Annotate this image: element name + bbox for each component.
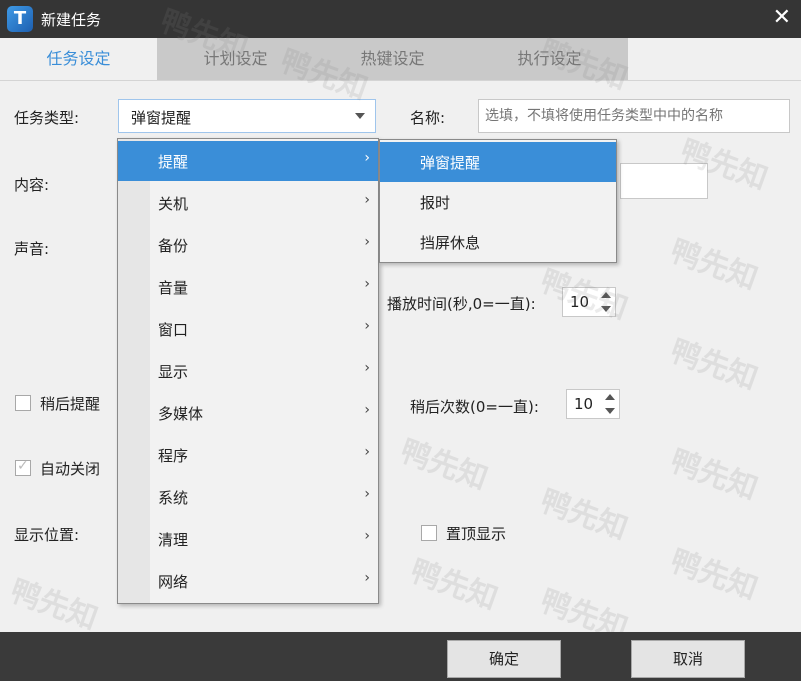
app-logo-icon: T	[7, 6, 33, 32]
menu-item-backup[interactable]: 备份 ›	[118, 225, 378, 265]
task-type-menu: 提醒 › 关机 › 备份 › 音量 › 窗口 › 显示 › 多媒体 › 程序 ›…	[117, 138, 379, 604]
auto-close-label: 自动关闭	[40, 460, 101, 478]
close-icon[interactable]: ✕	[773, 4, 791, 32]
tab-task-settings[interactable]: 任务设定	[0, 38, 157, 80]
chevron-right-icon: ›	[364, 486, 370, 502]
watermark: 鸭先知	[405, 553, 503, 618]
sound-label: 声音:	[14, 240, 50, 258]
menu-item-label: 显示	[158, 363, 189, 381]
name-label: 名称:	[410, 109, 446, 127]
watermark: 鸭先知	[665, 443, 763, 508]
menu-item-label: 音量	[158, 279, 189, 297]
play-time-label: 播放时间(秒,0=一直):	[387, 295, 536, 313]
chevron-right-icon: ›	[364, 444, 370, 460]
chevron-right-icon: ›	[364, 360, 370, 376]
name-input[interactable]	[478, 99, 790, 133]
tab-divider	[0, 80, 801, 81]
watermark: 鸭先知	[5, 573, 103, 638]
submenu-item-label: 报时	[420, 194, 451, 212]
menu-item-label: 备份	[158, 237, 189, 255]
menu-item-label: 提醒	[158, 153, 189, 171]
menu-item-volume[interactable]: 音量 ›	[118, 267, 378, 307]
chevron-down-icon	[355, 113, 365, 119]
snooze-checkbox[interactable]	[15, 395, 31, 411]
stepper-up-icon[interactable]	[601, 292, 611, 298]
menu-item-label: 程序	[158, 447, 189, 465]
chevron-right-icon: ›	[364, 276, 370, 292]
watermark: 鸭先知	[535, 483, 633, 548]
snooze-count-label: 稍后次数(0=一直):	[410, 398, 539, 416]
play-time-stepper[interactable]: 10	[562, 287, 616, 317]
menu-item-window[interactable]: 窗口 ›	[118, 309, 378, 349]
chevron-right-icon: ›	[364, 234, 370, 250]
submenu-item-label: 弹窗提醒	[420, 154, 481, 172]
watermark: 鸭先知	[665, 233, 763, 298]
reminder-submenu: 弹窗提醒 报时 挡屏休息	[379, 139, 617, 263]
menu-item-shutdown[interactable]: 关机 ›	[118, 183, 378, 223]
on-top-checkbox[interactable]	[421, 525, 437, 541]
menu-item-label: 关机	[158, 195, 189, 213]
menu-item-multimedia[interactable]: 多媒体 ›	[118, 393, 378, 433]
tab-hotkey-settings[interactable]: 热键设定	[314, 38, 471, 80]
title-bar: T 新建任务 ✕	[0, 0, 801, 38]
chevron-right-icon: ›	[364, 150, 370, 166]
chevron-right-icon: ›	[364, 528, 370, 544]
submenu-item-popup-reminder[interactable]: 弹窗提醒	[380, 142, 616, 182]
task-type-select[interactable]: 弹窗提醒	[118, 99, 376, 133]
chevron-right-icon: ›	[364, 318, 370, 334]
play-time-value: 10	[570, 293, 590, 311]
menu-item-label: 网络	[158, 573, 189, 591]
menu-item-label: 清理	[158, 531, 189, 549]
watermark: 鸭先知	[395, 433, 493, 498]
snooze-label: 稍后提醒	[40, 395, 101, 413]
menu-item-cleanup[interactable]: 清理 ›	[118, 519, 378, 559]
task-type-value: 弹窗提醒	[131, 109, 192, 127]
menu-item-program[interactable]: 程序 ›	[118, 435, 378, 475]
on-top-label: 置顶显示	[446, 525, 507, 543]
task-type-label: 任务类型:	[14, 109, 80, 127]
content-label: 内容:	[14, 176, 50, 194]
chevron-right-icon: ›	[364, 402, 370, 418]
tab-schedule-settings[interactable]: 计划设定	[157, 38, 314, 80]
chevron-right-icon: ›	[364, 192, 370, 208]
submenu-item-screen-rest[interactable]: 挡屏休息	[380, 222, 616, 262]
menu-item-label: 窗口	[158, 321, 189, 339]
menu-item-network[interactable]: 网络 ›	[118, 561, 378, 601]
content-input[interactable]	[620, 163, 708, 199]
display-position-label: 显示位置:	[14, 526, 80, 544]
watermark: 鸭先知	[665, 543, 763, 608]
submenu-item-time-announce[interactable]: 报时	[380, 182, 616, 222]
stepper-down-icon[interactable]	[605, 408, 615, 414]
stepper-down-icon[interactable]	[601, 306, 611, 312]
menu-item-system[interactable]: 系统 ›	[118, 477, 378, 517]
snooze-count-stepper[interactable]: 10	[566, 389, 620, 419]
submenu-item-label: 挡屏休息	[420, 234, 481, 252]
menu-item-reminder[interactable]: 提醒 ›	[118, 141, 378, 181]
tab-bar: 任务设定 计划设定 热键设定 执行设定	[0, 38, 801, 80]
menu-item-display[interactable]: 显示 ›	[118, 351, 378, 391]
window-title: 新建任务	[41, 11, 102, 29]
stepper-up-icon[interactable]	[605, 394, 615, 400]
menu-item-label: 系统	[158, 489, 189, 507]
snooze-count-value: 10	[574, 395, 594, 413]
chevron-right-icon: ›	[364, 570, 370, 586]
auto-close-checkbox[interactable]	[15, 458, 31, 476]
ok-button[interactable]: 确定	[447, 640, 561, 678]
cancel-button[interactable]: 取消	[631, 640, 745, 678]
watermark: 鸭先知	[665, 333, 763, 398]
tab-execution-settings[interactable]: 执行设定	[471, 38, 628, 80]
menu-item-label: 多媒体	[158, 405, 204, 423]
